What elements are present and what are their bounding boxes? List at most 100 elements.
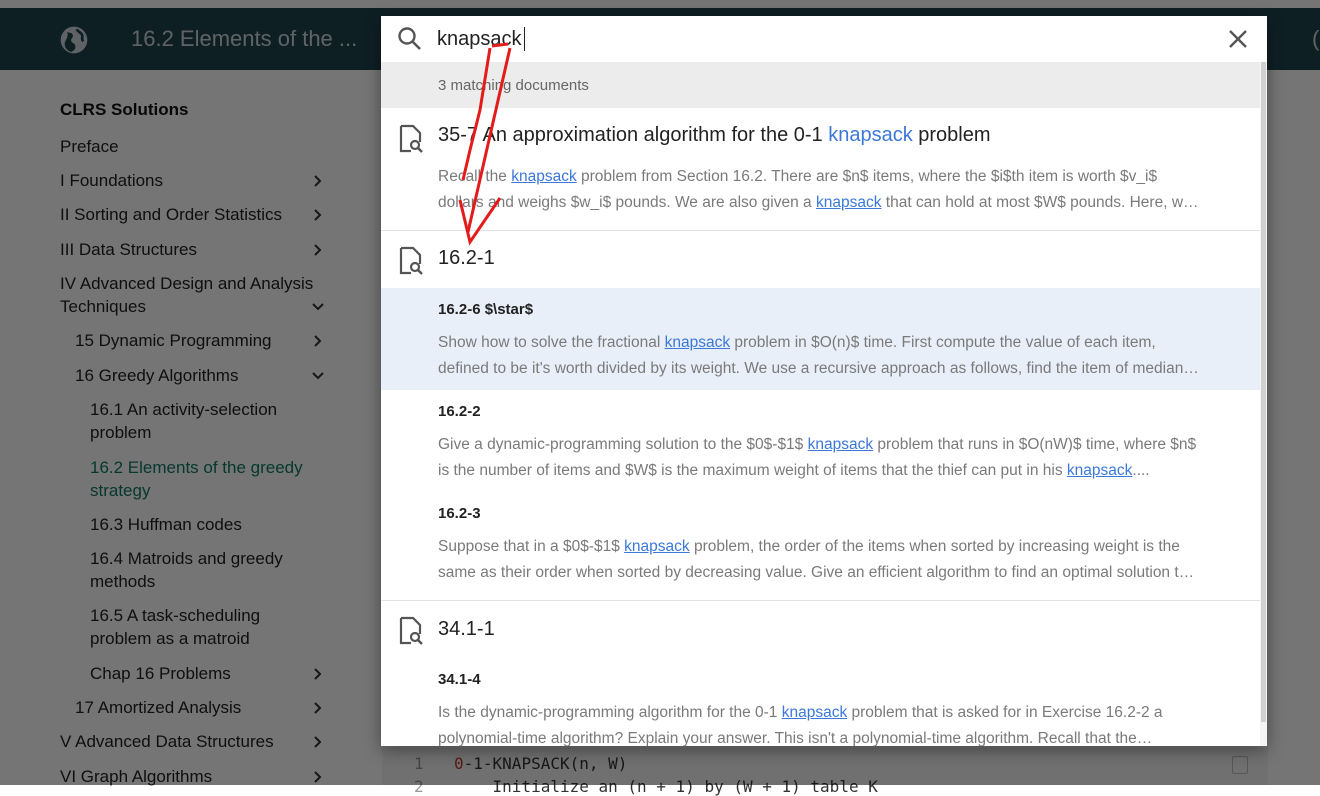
- sidebar-item-label: 16.4 Matroids and greedy: [90, 549, 283, 568]
- sidebar-item-16-2-active[interactable]: 16.2 Elements of the greedy strategy: [90, 456, 303, 502]
- snippet-text: dollars and weighs $w_i$ pounds. We are …: [438, 194, 816, 211]
- snippet-text: problem in $O(n)$ time. First compute th…: [730, 334, 1156, 351]
- sidebar-item-preface[interactable]: Preface: [60, 135, 119, 158]
- snippet-text: problem, the order of the items when sor…: [689, 538, 1180, 555]
- sidebar-item-advanced-data-structures[interactable]: V Advanced Data Structures: [60, 730, 274, 753]
- sidebar-item-advanced-design[interactable]: IV Advanced Design and Analysis Techniqu…: [60, 272, 313, 318]
- divider: [381, 600, 1260, 601]
- snippet-text: same as their order when sorted by decre…: [438, 564, 1195, 581]
- close-icon[interactable]: [1226, 27, 1250, 51]
- code-number: 0: [454, 754, 464, 773]
- result-title[interactable]: 34.1-1: [438, 618, 495, 641]
- result-snippet[interactable]: Show how to solve the fractional knapsac…: [438, 330, 1248, 382]
- sidebar-item-label: 16.1 An activity-selection: [90, 400, 278, 419]
- result-section-title[interactable]: 16.2-2: [438, 403, 481, 420]
- chevron-right-icon[interactable]: [311, 770, 325, 784]
- snippet-text: Show how to solve the fractional: [438, 334, 665, 351]
- chevron-right-icon[interactable]: [311, 701, 325, 715]
- search-bar: [381, 16, 1267, 62]
- sidebar-item-label: methods: [90, 572, 156, 591]
- chevron-down-icon[interactable]: [311, 300, 325, 314]
- sidebar-item-16-3[interactable]: 16.3 Huffman codes: [90, 513, 242, 536]
- globe-icon[interactable]: [58, 24, 90, 56]
- chevron-right-icon[interactable]: [311, 208, 325, 222]
- chevron-right-icon[interactable]: [311, 174, 325, 188]
- chevron-right-icon[interactable]: [311, 667, 325, 681]
- line-number: 1: [414, 754, 424, 773]
- snippet-text: that can hold at most $W$ pounds. Here, …: [881, 194, 1199, 211]
- result-title-text: 35-7 An approximation algorithm for the …: [438, 124, 829, 146]
- page-title: 16.2 Elements of the ...: [131, 26, 358, 51]
- snippet-text: Is the dynamic-programming algorithm for…: [438, 704, 782, 721]
- header-edge-glyph: (: [1312, 26, 1320, 51]
- chevron-right-icon[interactable]: [311, 243, 325, 257]
- search-highlight-link[interactable]: knapsack: [624, 538, 689, 555]
- snippet-text: problem from Section 16.2. There are $n$…: [576, 168, 1158, 185]
- code-block: 1 2 0-1-KNAPSACK(n, W) Initialize an (n …: [382, 748, 1268, 796]
- sidebar-item-label: strategy: [90, 481, 151, 500]
- search-highlight-link[interactable]: knapsack: [665, 334, 730, 351]
- snippet-text: ....: [1132, 462, 1150, 479]
- sidebar-item-foundations[interactable]: I Foundations: [60, 169, 163, 192]
- snippet-text: Suppose that in a $0$-$1$: [438, 538, 625, 555]
- line-number: 2: [414, 777, 424, 796]
- document-search-icon: [399, 616, 423, 645]
- results-count: 3 matching documents: [438, 77, 589, 94]
- result-section-title[interactable]: 34.1-4: [438, 671, 481, 688]
- search-highlight-link[interactable]: knapsack: [816, 194, 881, 211]
- snippet-text: Recall the: [438, 168, 512, 185]
- document-search-icon: [399, 246, 423, 275]
- sidebar-item-amortized[interactable]: 17 Amortized Analysis: [75, 696, 241, 719]
- sidebar-item-greedy-algorithms[interactable]: 16 Greedy Algorithms: [75, 364, 238, 387]
- sidebar-item-sorting[interactable]: II Sorting and Order Statistics: [60, 203, 282, 226]
- code-text: -1-KNAPSACK(n, W): [463, 754, 628, 773]
- sidebar-item-label: IV Advanced Design and Analysis: [60, 274, 314, 293]
- text-caret: [524, 27, 525, 51]
- result-title[interactable]: 16.2-1: [438, 247, 495, 270]
- snippet-text: defined to be it's worth divided by its …: [438, 360, 1199, 377]
- chevron-right-icon[interactable]: [311, 334, 325, 348]
- result-title-text: problem: [912, 124, 991, 146]
- search-dialog: 3 matching documents 35-7 An approximati…: [381, 16, 1267, 746]
- sidebar-item-dynamic-programming[interactable]: 15 Dynamic Programming: [75, 329, 272, 352]
- result-snippet[interactable]: Is the dynamic-programming algorithm for…: [438, 700, 1248, 746]
- snippet-text: is the number of items and $W$ is the ma…: [438, 462, 1067, 479]
- chevron-right-icon[interactable]: [311, 735, 325, 749]
- sidebar-item-16-4[interactable]: 16.4 Matroids and greedy methods: [90, 547, 283, 593]
- search-highlight-link[interactable]: knapsack: [808, 436, 873, 453]
- snippet-text: problem that runs in $O(nW)$ time, where…: [873, 436, 1197, 453]
- code-line: Initialize an (n + 1) by (W + 1) table K: [454, 777, 878, 796]
- result-snippet[interactable]: Give a dynamic-programming solution to t…: [438, 432, 1248, 484]
- search-highlight-link[interactable]: knapsack: [782, 704, 847, 721]
- code-line: 0-1-KNAPSACK(n, W): [454, 754, 627, 773]
- sidebar-item-label: 16.5 A task-scheduling: [90, 606, 261, 625]
- search-input[interactable]: [437, 22, 1197, 56]
- chevron-down-icon[interactable]: [311, 369, 325, 383]
- sidebar-item-label: 16.2 Elements of the greedy: [90, 458, 303, 477]
- snippet-text: Give a dynamic-programming solution to t…: [438, 436, 808, 453]
- result-title[interactable]: 35-7 An approximation algorithm for the …: [438, 124, 991, 147]
- snippet-text: problem that is asked for in Exercise 16…: [847, 704, 1163, 721]
- sidebar-item-16-1[interactable]: 16.1 An activity-selection problem: [90, 398, 277, 444]
- sidebar-item-label: problem: [90, 423, 152, 442]
- sidebar-item-label: Techniques: [60, 297, 147, 316]
- search-highlight-link[interactable]: knapsack: [1067, 462, 1132, 479]
- sidebar-item-label: problem as a matroid: [90, 629, 250, 648]
- scrollbar-thumb[interactable]: [1261, 62, 1266, 722]
- snippet-text: polynomial-time algorithm? Explain your …: [438, 730, 1153, 746]
- search-highlight-link[interactable]: knapsack: [511, 168, 576, 185]
- search-highlight: knapsack: [828, 124, 913, 146]
- results-meta: 3 matching documents: [381, 62, 1267, 108]
- result-section-title[interactable]: 16.2-3: [438, 505, 481, 522]
- divider: [381, 230, 1260, 231]
- sidebar-item-16-5[interactable]: 16.5 A task-scheduling problem as a matr…: [90, 604, 260, 650]
- result-section-title[interactable]: 16.2-6 $\star$: [438, 301, 533, 318]
- search-icon: [398, 27, 421, 50]
- sidebar-title[interactable]: CLRS Solutions: [60, 100, 188, 120]
- copy-icon[interactable]: [1232, 756, 1248, 774]
- result-snippet[interactable]: Recall the knapsack problem from Section…: [438, 164, 1248, 216]
- document-search-icon: [399, 124, 423, 153]
- sidebar-item-chap16-problems[interactable]: Chap 16 Problems: [90, 662, 231, 685]
- result-snippet[interactable]: Suppose that in a $0$-$1$ knapsack probl…: [438, 534, 1248, 586]
- sidebar-item-data-structures[interactable]: III Data Structures: [60, 238, 197, 261]
